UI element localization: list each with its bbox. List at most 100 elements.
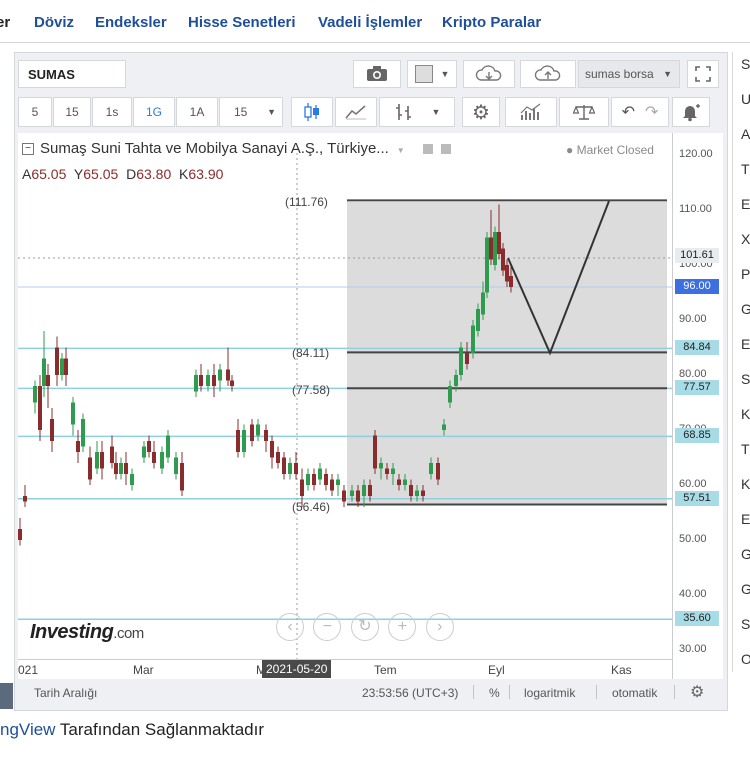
candle-body: [147, 441, 151, 452]
sidebar-item-letter[interactable]: O: [741, 651, 750, 667]
fib-range-box[interactable]: [347, 202, 667, 505]
percent-toggle[interactable]: %: [489, 686, 500, 700]
interval-5[interactable]: 5: [18, 97, 52, 127]
sidebar-item-letter[interactable]: E: [741, 196, 750, 212]
undo-icon[interactable]: ↶: [622, 102, 635, 122]
scroll-left-icon[interactable]: ‹: [276, 613, 304, 641]
candle-body: [397, 479, 401, 485]
candle-body: [38, 386, 42, 430]
candle-body: [218, 369, 222, 381]
provider-link[interactable]: ngView: [0, 720, 55, 739]
nav-item-doviz[interactable]: Döviz: [34, 14, 74, 31]
close-value: 63.90: [188, 166, 224, 182]
sidebar-item-letter[interactable]: Se: [741, 56, 750, 72]
reset-icon[interactable]: ↻: [350, 613, 379, 641]
sidebar-item-letter[interactable]: T: [741, 161, 750, 177]
layout-select[interactable]: sumas borsa ▼: [578, 60, 680, 88]
sidebar-item-letter[interactable]: S: [741, 616, 750, 632]
redo-icon[interactable]: ↷: [645, 102, 658, 122]
candle-body: [100, 452, 104, 469]
sidebar-item-letter[interactable]: E: [741, 511, 750, 527]
sidebar-item-letter[interactable]: G: [741, 301, 750, 317]
sidebar-item-letter[interactable]: G: [741, 581, 750, 597]
sidebar-item-letter[interactable]: A: [741, 126, 750, 142]
legend-title-row: − Sumaş Suni Tahta ve Mobilya Sanayi A.Ş.…: [22, 140, 452, 157]
nav-item-hisse-senetleri[interactable]: Hisse Senetleri: [188, 14, 296, 31]
camera-icon: [367, 66, 387, 81]
sidebar-item-letter[interactable]: E: [741, 336, 750, 352]
candle-body: [368, 485, 372, 496]
sidebar-item-letter[interactable]: G: [741, 546, 750, 562]
nav-item-kripto-paralar[interactable]: Kripto Paralar: [442, 14, 541, 31]
compare-chart-icon: [520, 103, 541, 120]
scales-button[interactable]: [559, 97, 609, 127]
legend-gear-icon[interactable]: [441, 144, 452, 155]
sidebar-item-letter[interactable]: T: [741, 441, 750, 457]
indicators-button[interactable]: [335, 97, 377, 127]
color-picker-button[interactable]: ▼: [407, 60, 457, 88]
time-axis[interactable]: 021 Mar M 2021-05-20 Tem Eyl Kas: [18, 659, 672, 680]
price-axis[interactable]: 120.00110.00100.0090.0080.0070.0060.0050…: [672, 133, 723, 679]
gear-icon: ⚙: [472, 101, 490, 124]
divider: [509, 685, 510, 699]
nav-item-vadeli-islemler[interactable]: Vadeli İşlemler: [318, 14, 422, 31]
gear-icon[interactable]: ⚙: [690, 682, 704, 702]
candle-body: [81, 419, 85, 447]
nav-item-cut[interactable]: er: [0, 14, 10, 31]
candle-body: [152, 452, 156, 463]
color-swatch-icon: [414, 65, 433, 83]
candle-body: [110, 446, 114, 463]
sidebar-item-letter[interactable]: K: [741, 406, 750, 422]
auto-toggle[interactable]: otomatik: [612, 686, 657, 700]
nav-item-endeksler[interactable]: Endeksler: [95, 14, 167, 31]
interval-more[interactable]: 15 ▼: [219, 97, 283, 127]
candle-body: [71, 402, 75, 425]
scroll-right-icon[interactable]: ›: [425, 613, 454, 641]
price-chart[interactable]: (111.76) (84.11) (77.58) (56.46): [18, 133, 672, 659]
symbol-input[interactable]: SUMAS: [18, 60, 126, 88]
candle-body: [276, 452, 280, 463]
price-tag: 68.85: [675, 428, 719, 444]
alert-button[interactable]: [672, 97, 710, 127]
drawing-tools-button[interactable]: ▼: [379, 97, 455, 127]
zoom-out-icon[interactable]: −: [313, 613, 342, 641]
price-tick: 60.00: [679, 478, 707, 490]
candle-body: [33, 386, 37, 403]
crosshair-date-tag: 2021-05-20: [262, 660, 332, 678]
date-range-button[interactable]: Tarih Aralığı: [34, 686, 97, 700]
interval-1s[interactable]: 1s: [92, 97, 132, 127]
candle-body: [236, 430, 240, 452]
fullscreen-button[interactable]: [687, 60, 719, 88]
sidebar-item-letter[interactable]: K: [741, 476, 750, 492]
chevron-down-icon[interactable]: ▼: [397, 146, 405, 155]
snapshot-button[interactable]: [353, 60, 401, 88]
candle-body: [379, 463, 383, 469]
interval-1g[interactable]: 1G: [133, 97, 175, 127]
provider-credit: ngView Tarafından Sağlanmaktadır: [0, 720, 264, 740]
sidebar-item-letter[interactable]: P: [741, 266, 750, 282]
log-toggle[interactable]: logaritmik: [524, 686, 575, 700]
candle-body: [436, 463, 440, 480]
collapse-icon[interactable]: −: [22, 143, 34, 156]
legend-settings-icon[interactable]: [422, 144, 433, 155]
price-tag: 96.00: [675, 279, 719, 294]
sidebar-item-letter[interactable]: X: [741, 231, 750, 247]
cloud-download-button[interactable]: [463, 60, 515, 88]
candle-body: [409, 485, 413, 496]
candle-body: [497, 232, 501, 254]
bell-icon: [683, 104, 700, 122]
zoom-in-icon[interactable]: +: [388, 613, 417, 641]
chart-area[interactable]: (111.76) (84.11) (77.58) (56.46) − Sumaş …: [18, 133, 672, 679]
candles-button[interactable]: [291, 97, 333, 127]
cloud-upload-button[interactable]: [520, 60, 576, 88]
candle-body: [264, 430, 268, 441]
candle-body: [330, 479, 334, 491]
compare-button[interactable]: [505, 97, 557, 127]
settings-button[interactable]: ⚙: [462, 97, 500, 127]
sidebar-item-letter[interactable]: S: [741, 371, 750, 387]
interval-15[interactable]: 15: [53, 97, 91, 127]
candle-body: [174, 457, 178, 474]
interval-1a[interactable]: 1A: [176, 97, 218, 127]
side-tab[interactable]: [0, 683, 13, 709]
sidebar-item-letter[interactable]: U: [741, 91, 750, 107]
